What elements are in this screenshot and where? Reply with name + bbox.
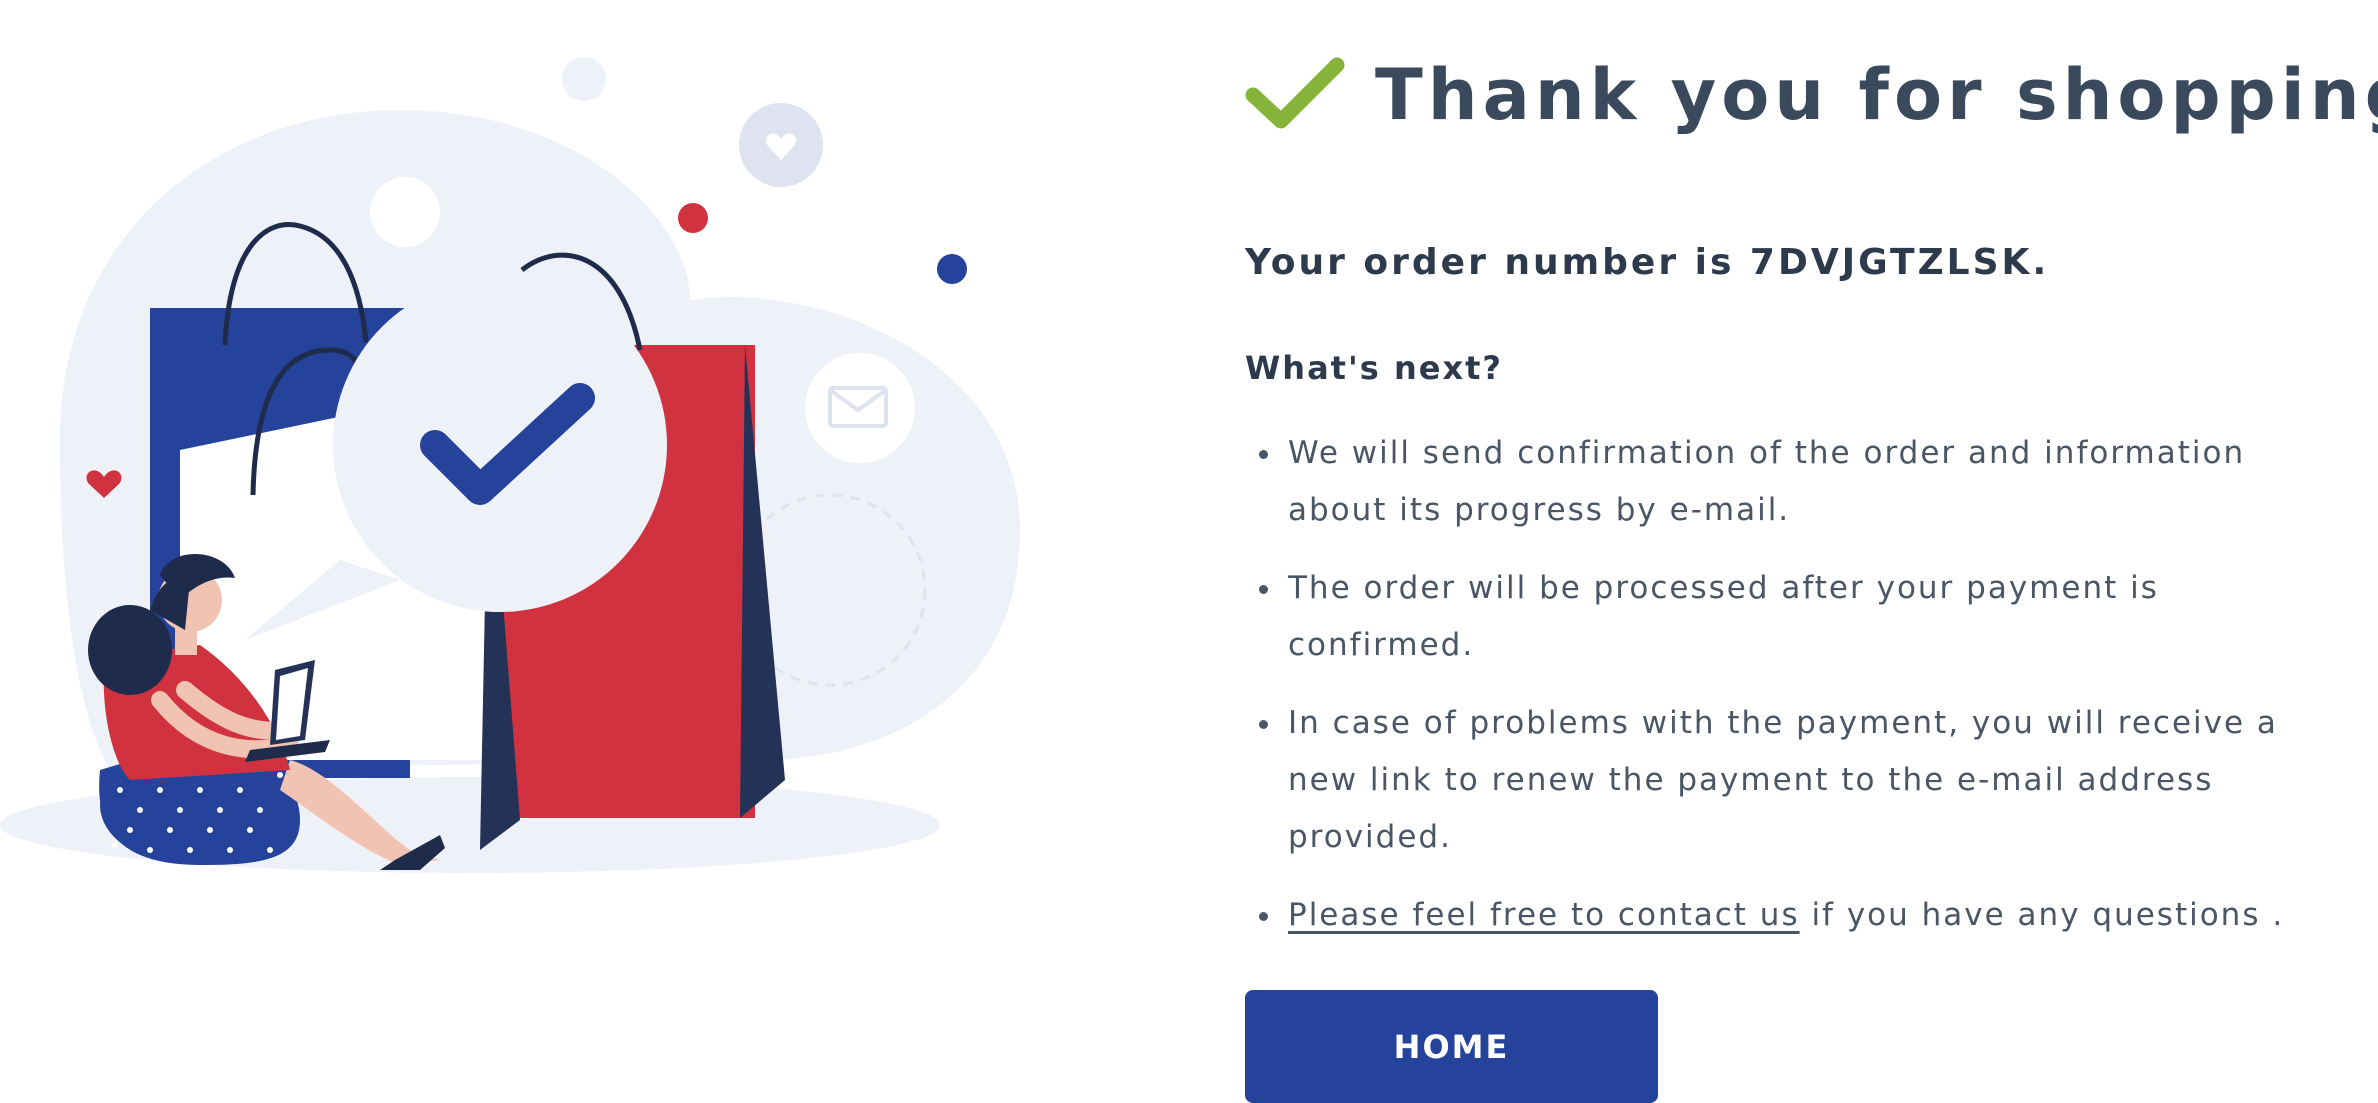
order-number-line: Your order number is 7DVJGTZLSK. [1245,242,2355,283]
check-icon [1245,55,1345,135]
step-text: We will send confirmation of the order a… [1288,435,2246,528]
confirmation-panel: Thank you for shopping! Your order numbe… [1245,40,2378,1103]
list-item: The order will be processed after your p… [1245,560,2355,674]
whats-next-heading: What's next? [1245,349,1503,387]
home-button[interactable]: HOME [1245,990,1658,1103]
order-number-suffix: . [2032,242,2050,283]
list-item: In case of problems with the payment, yo… [1245,695,2355,866]
next-steps-list: We will send confirmation of the order a… [1245,425,2355,944]
step-text: The order will be processed after your p… [1288,570,2159,663]
title-row: Thank you for shopping! [1245,40,2378,150]
step-text: In case of problems with the payment, yo… [1288,705,2278,855]
list-item: Please feel free to contact us if you ha… [1245,887,2355,944]
shopping-confirmation-illustration [0,57,1020,873]
contact-us-suffix: if you have any questions . [1799,897,2285,933]
list-item: We will send confirmation of the order a… [1245,425,2355,539]
order-number: 7DVJGTZLSK [1749,242,2033,283]
shopping-illustration [0,0,1060,1022]
page-title: Thank you for shopping! [1375,54,2378,136]
order-number-label: Your order number is [1245,242,1750,283]
contact-us-link[interactable]: Please feel free to contact us [1288,897,1800,933]
